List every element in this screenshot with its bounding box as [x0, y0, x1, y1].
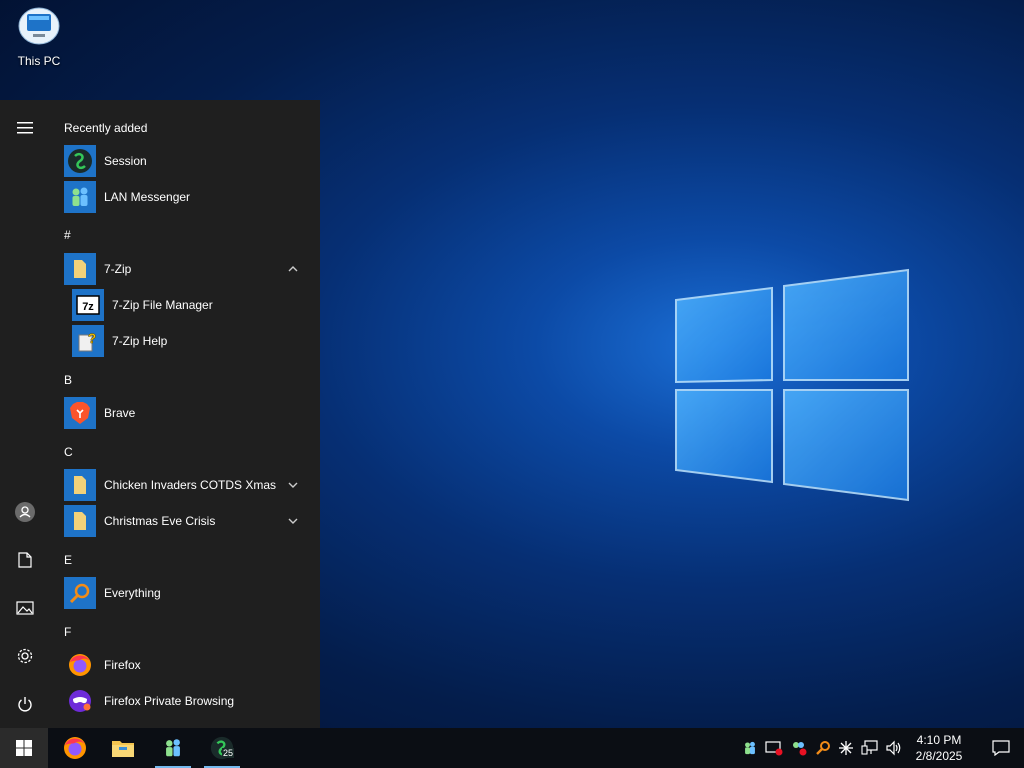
app-label: 7-Zip — [104, 262, 132, 276]
wallpaper-windows-logo — [675, 268, 909, 502]
app-label: Christmas Eve Crisis — [104, 514, 216, 528]
folder-7-zip[interactable]: 7-Zip — [64, 253, 314, 285]
chevron-up-icon — [288, 266, 298, 272]
app-label: Everything — [104, 586, 161, 600]
brave-icon — [64, 397, 96, 429]
settings-button[interactable] — [0, 636, 50, 676]
start-rail — [0, 100, 50, 728]
group-header-recent: Recently added — [64, 121, 148, 135]
group-header-b[interactable]: B — [64, 373, 72, 387]
search-tray-icon[interactable] — [813, 738, 833, 758]
app-session[interactable]: Session — [64, 145, 314, 177]
group-header-c[interactable]: C — [64, 445, 73, 459]
power-button[interactable] — [0, 684, 50, 724]
help-file-icon: ? — [72, 325, 104, 357]
start-menu: Recently added Session LAN Messenger # 7… — [0, 100, 320, 728]
this-pc-icon — [17, 4, 61, 48]
pictures-icon — [16, 601, 34, 615]
svg-text:?: ? — [88, 330, 97, 346]
start-button[interactable] — [0, 728, 48, 768]
group-header-f[interactable]: F — [64, 625, 71, 639]
gear-icon — [17, 648, 33, 664]
notifications-icon — [992, 740, 1010, 756]
power-icon — [18, 697, 32, 712]
7zip-icon: 7z — [72, 289, 104, 321]
unread-badge: 25 — [222, 748, 235, 758]
lan-messenger-icon — [64, 181, 96, 213]
taskbar-firefox[interactable] — [53, 728, 97, 768]
app-label: LAN Messenger — [104, 190, 191, 204]
action-center-button[interactable] — [978, 728, 1024, 768]
taskbar-lan-messenger[interactable] — [151, 728, 195, 768]
app-brave[interactable]: Brave — [64, 397, 314, 429]
app-everything[interactable]: Everything — [64, 577, 314, 609]
clock-time: 4:10 PM — [916, 733, 962, 747]
lan-messenger-icon — [166, 739, 180, 757]
app-7-zip-file-manager[interactable]: 7z 7-Zip File Manager — [72, 289, 314, 321]
network-icon[interactable] — [860, 738, 880, 758]
app-firefox[interactable]: Firefox — [64, 649, 314, 681]
lan-messenger-tray-icon[interactable] — [740, 738, 760, 758]
group-header-hash[interactable]: # — [64, 228, 71, 242]
desktop-icon-this-pc[interactable]: This PC — [8, 4, 70, 68]
folder-christmas-eve-crisis[interactable]: Christmas Eve Crisis — [64, 505, 314, 537]
chevron-down-icon — [288, 482, 298, 488]
app-7-zip-help[interactable]: ? 7-Zip Help — [72, 325, 314, 357]
documents-button[interactable] — [0, 540, 50, 580]
folder-icon — [64, 253, 96, 285]
taskbar-session[interactable]: 25 — [200, 728, 244, 768]
app-label: 7-Zip File Manager — [112, 298, 213, 312]
app-label: 7-Zip Help — [112, 334, 168, 348]
firefox-icon — [64, 649, 96, 681]
app-firefox-private-browsing[interactable]: Firefox Private Browsing — [64, 685, 314, 717]
everything-search-icon — [64, 577, 96, 609]
people-error-icon[interactable] — [789, 738, 809, 758]
expand-menu-button[interactable] — [0, 108, 50, 148]
user-account-button[interactable] — [0, 492, 50, 532]
app-label: Session — [104, 154, 147, 168]
pictures-button[interactable] — [0, 588, 50, 628]
taskbar-file-explorer[interactable] — [101, 728, 145, 768]
clock-date: 2/8/2025 — [915, 749, 963, 763]
group-header-e[interactable]: E — [64, 553, 72, 567]
hamburger-icon — [17, 122, 33, 134]
chevron-down-icon — [288, 518, 298, 524]
app-label: Brave — [104, 406, 136, 420]
folder-icon — [64, 469, 96, 501]
app-label: Firefox Private Browsing — [104, 694, 235, 708]
svg-text:7z: 7z — [82, 301, 94, 313]
app-list: Recently added Session LAN Messenger # 7… — [50, 100, 320, 728]
taskbar: 25 4:10 PM 2/8/2025 — [0, 728, 1024, 768]
asterisk-icon[interactable] — [836, 738, 856, 758]
app-label: Firefox — [104, 658, 141, 672]
app-lan-messenger[interactable]: LAN Messenger — [64, 181, 314, 213]
app-label: Chicken Invaders COTDS Xmas — [104, 478, 277, 492]
desktop-icon-label: This PC — [17, 54, 61, 68]
firefox-icon — [64, 737, 86, 759]
firefox-private-icon — [64, 685, 96, 717]
session-icon — [64, 145, 96, 177]
windows-logo-icon — [16, 740, 32, 756]
taskbar-clock[interactable]: 4:10 PM 2/8/2025 — [900, 732, 978, 764]
monitor-alert-icon[interactable] — [764, 738, 784, 758]
user-icon — [15, 502, 35, 522]
folder-icon — [64, 505, 96, 537]
folder-chicken-invaders[interactable]: Chicken Invaders COTDS Xmas — [64, 469, 314, 501]
document-icon — [18, 552, 32, 568]
folder-icon — [112, 741, 134, 757]
